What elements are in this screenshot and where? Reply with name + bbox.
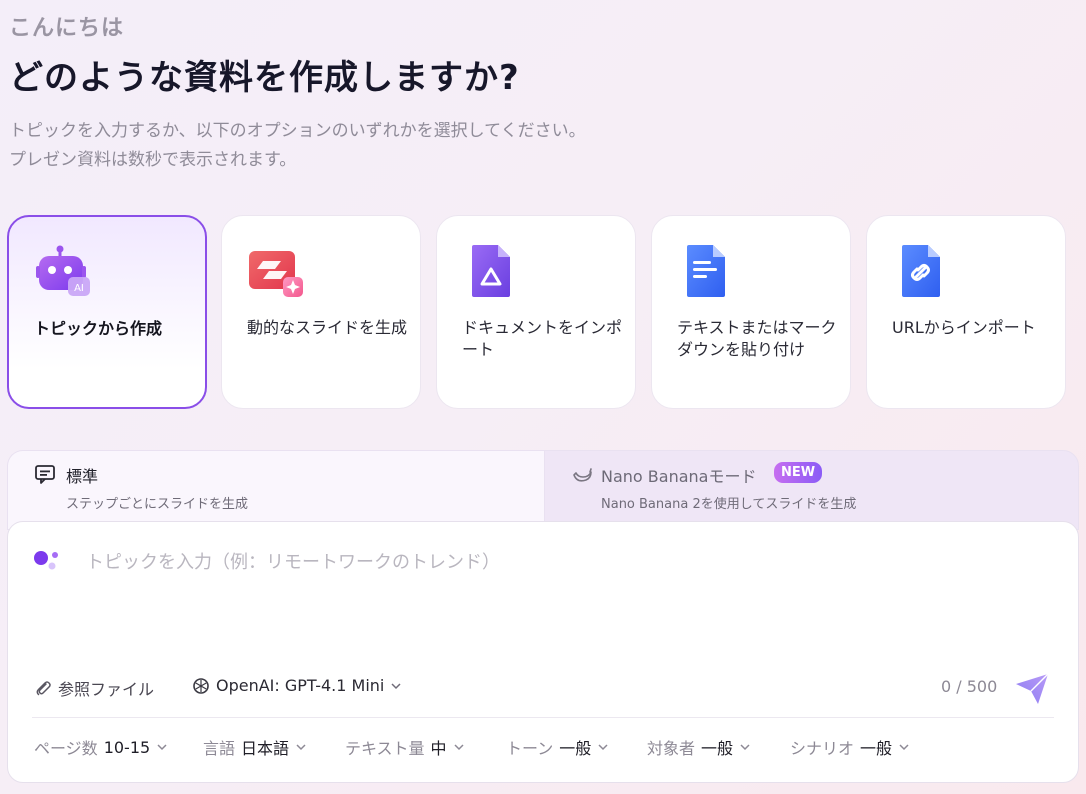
model-selector[interactable]: OpenAI: GPT-4.1 Mini xyxy=(192,676,402,695)
setting-text-amount[interactable]: テキスト量 中 xyxy=(345,735,465,759)
tab-subtitle: Nano Banana 2を使用してスライドを生成 xyxy=(601,497,857,512)
setting-value: 10-15 xyxy=(103,737,151,757)
chevron-down-icon xyxy=(598,744,608,751)
chat-slide-icon xyxy=(35,465,55,484)
setting-key: 対象者 xyxy=(647,739,696,758)
setting-key: 言語 xyxy=(203,739,236,758)
setting-value: 中 xyxy=(430,739,447,758)
text-document-icon xyxy=(687,245,725,297)
model-label: OpenAI: GPT-4.1 Mini xyxy=(216,676,385,695)
setting-value: 一般 xyxy=(860,739,893,758)
reference-file-label: 参照ファイル xyxy=(58,680,155,699)
subtitle-line-2: プレゼン資料は数秒で表示されます。 xyxy=(9,150,297,170)
tab-nano-banana[interactable]: Nano Bananaモード NEW Nano Banana 2を使用してスライ… xyxy=(544,450,1079,530)
page-title: どのような資料を作成しますか? xyxy=(9,58,520,98)
option-card-paste-text[interactable]: テキストまたはマークダウンを貼り付け xyxy=(651,215,851,409)
setting-scenario[interactable]: シナリオ 一般 xyxy=(790,735,910,759)
setting-key: トーン xyxy=(506,739,554,758)
mode-tabs: 標準 ステップごとにスライドを生成 Nano Bananaモード NEW Nan… xyxy=(7,450,1079,530)
banana-icon xyxy=(573,468,592,482)
send-icon[interactable] xyxy=(1012,670,1052,706)
option-card-import-document[interactable]: ドキュメントをインポート xyxy=(436,215,636,409)
tab-title: 標準 xyxy=(66,467,99,486)
topic-input[interactable] xyxy=(86,552,986,573)
setting-value: 日本語 xyxy=(241,739,290,758)
option-label: ドキュメントをインポート xyxy=(462,318,623,359)
link-document-icon xyxy=(902,245,940,297)
greeting-text: こんにちは xyxy=(9,16,125,41)
chevron-down-icon xyxy=(157,744,167,751)
chevron-down-icon xyxy=(899,744,909,751)
new-badge: NEW xyxy=(774,462,823,483)
slides-sparkle-icon xyxy=(249,251,303,297)
chevron-down-icon xyxy=(296,744,306,751)
subtitle-line-1: トピックを入力するか、以下のオプションのいずれかを選択してください。 xyxy=(9,121,586,141)
tab-standard[interactable]: 標準 ステップごとにスライドを生成 xyxy=(7,450,544,530)
prompt-composer: 参照ファイル OpenAI: GPT-4.1 Mini 0 / 500 xyxy=(7,521,1079,783)
option-card-import-url[interactable]: URLからインポート xyxy=(866,215,1066,409)
chevron-down-icon xyxy=(391,682,401,689)
setting-value: 一般 xyxy=(701,739,734,758)
option-label: トピックから作成 xyxy=(34,319,163,338)
setting-tone[interactable]: トーン 一般 xyxy=(506,735,609,759)
drive-document-icon xyxy=(472,245,510,297)
openai-logo-icon xyxy=(193,677,209,694)
option-label: テキストまたはマークダウンを貼り付け xyxy=(677,318,837,359)
toolbar-divider xyxy=(32,717,1054,718)
paperclip-icon xyxy=(36,681,51,696)
option-label: URLからインポート xyxy=(892,318,1036,337)
assistant-dots-icon xyxy=(34,551,58,570)
option-label: 動的なスライドを生成 xyxy=(247,318,408,337)
setting-language[interactable]: 言語 日本語 xyxy=(203,735,307,759)
chevron-down-icon xyxy=(740,744,750,751)
tab-title: Nano Bananaモード xyxy=(601,467,757,486)
robot-ai-icon: AI xyxy=(36,245,90,296)
character-counter: 0 / 500 xyxy=(941,677,998,696)
chevron-down-icon xyxy=(454,744,464,751)
setting-page-count[interactable]: ページ数 10-15 xyxy=(34,735,168,759)
setting-key: テキスト量 xyxy=(345,739,425,758)
setting-audience[interactable]: 対象者 一般 xyxy=(647,735,751,759)
setting-value: 一般 xyxy=(559,739,592,758)
setting-key: シナリオ xyxy=(790,739,855,758)
composer-toolbar: 参照ファイル OpenAI: GPT-4.1 Mini 0 / 500 xyxy=(8,672,1078,704)
option-card-topic[interactable]: AI トピックから作成 xyxy=(7,215,207,409)
tab-subtitle: ステップごとにスライドを生成 xyxy=(66,497,249,512)
svg-text:AI: AI xyxy=(74,283,84,294)
page-subtitle: トピックを入力するか、以下のオプションのいずれかを選択してください。 プレゼン資… xyxy=(9,117,586,175)
setting-key: ページ数 xyxy=(34,739,98,758)
option-card-dynamic-slides[interactable]: 動的なスライドを生成 xyxy=(221,215,421,409)
reference-file-button[interactable]: 参照ファイル xyxy=(34,676,154,700)
